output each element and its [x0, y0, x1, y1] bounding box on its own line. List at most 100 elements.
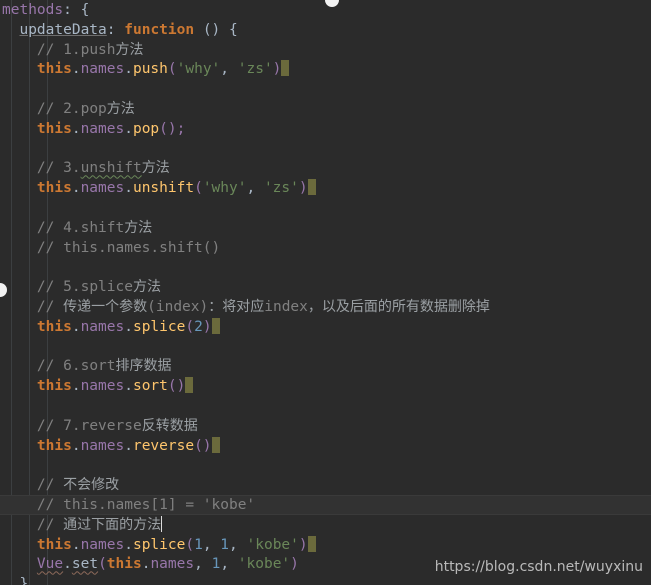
code-token: (index): [147, 299, 209, 315]
code-token: .: [124, 61, 133, 78]
code-line[interactable]: [2, 139, 651, 159]
code-token: 1: [220, 536, 230, 553]
code-token: .: [124, 536, 133, 553]
code-line[interactable]: // 7.reverse反转数据: [2, 416, 651, 436]
code-line[interactable]: [2, 337, 651, 357]
code-token: (: [98, 556, 107, 573]
code-token: push: [132, 61, 168, 78]
code-line[interactable]: this.names.unshift('why', 'zs'): [2, 178, 651, 198]
code-token: .: [71, 61, 81, 78]
code-token: (: [167, 61, 177, 78]
code-line[interactable]: // 不会修改: [2, 475, 651, 495]
code-line[interactable]: // 5.splice方法: [2, 277, 651, 297]
code-line[interactable]: this.names.pop();: [2, 119, 651, 139]
code-line[interactable]: [2, 396, 651, 416]
code-line[interactable]: updateData: function () {: [2, 20, 651, 40]
code-line[interactable]: // 1.push方法: [2, 40, 651, 60]
code-token: (): [194, 437, 212, 454]
code-token: names: [80, 536, 125, 553]
code-token: .: [63, 556, 72, 573]
code-line[interactable]: // 4.shift方法: [2, 218, 651, 238]
code-token: (: [194, 180, 203, 197]
code-line[interactable]: // 通过下面的方法: [2, 515, 651, 535]
code-token: .: [71, 437, 81, 454]
code-token: (): [167, 378, 186, 395]
code-line[interactable]: // this.names[1] = 'kobe': [2, 495, 651, 515]
code-token: .: [71, 536, 81, 553]
code-token: // this.names[1] = 'kobe': [36, 497, 256, 513]
code-line[interactable]: [2, 198, 651, 218]
code-line[interactable]: // 6.sort排序数据: [2, 356, 651, 376]
code-token: 'zs': [237, 61, 273, 78]
code-line[interactable]: [2, 257, 651, 277]
code-line[interactable]: // 传递一个参数(index)：将对应index，以及后面的所有数据删除掉: [2, 297, 651, 317]
code-token: (: [185, 318, 195, 335]
code-token: 方法: [115, 41, 144, 58]
code-token: .: [71, 318, 81, 335]
code-token: this: [36, 437, 72, 454]
code-token: .: [124, 318, 133, 335]
code-token: this: [36, 318, 72, 335]
code-token: .: [71, 378, 81, 395]
code-line[interactable]: }: [2, 574, 651, 585]
code-token: names: [80, 120, 125, 137]
code-line[interactable]: this.names.splice(2): [2, 317, 651, 337]
code-token: 'why': [202, 180, 247, 197]
code-token: ): [298, 180, 308, 197]
code-token: 'kobe': [246, 536, 299, 553]
code-token: unshift: [80, 160, 142, 177]
code-token: : {: [63, 2, 90, 18]
code-line[interactable]: [2, 455, 651, 475]
code-token: // this.names.shift(): [36, 239, 221, 256]
code-line[interactable]: // 2.pop方法: [2, 99, 651, 119]
code-token: ): [272, 61, 282, 78]
code-token: ,: [202, 536, 221, 553]
code-token: ): [202, 318, 212, 335]
code-editor-surface[interactable]: methods: { updateData: function () { // …: [0, 0, 651, 585]
code-line[interactable]: this.names.reverse(): [2, 436, 651, 456]
code-line[interactable]: // this.names.shift(): [2, 238, 651, 258]
code-line[interactable]: // 3.unshift方法: [2, 158, 651, 178]
code-token: .: [124, 180, 133, 197]
code-token: ：将对应: [208, 299, 265, 315]
code-token: sort: [132, 378, 168, 395]
code-token: 5.splice: [63, 279, 133, 296]
text-caret: [161, 515, 163, 532]
code-line[interactable]: this.names.splice(1, 1, 'kobe'): [2, 535, 651, 555]
code-token: splice: [132, 536, 186, 553]
code-token: :: [106, 21, 125, 38]
code-token: .: [71, 120, 81, 137]
code-token: Vue: [36, 556, 64, 573]
code-token: 1.push: [63, 41, 116, 58]
code-token: 方法: [124, 219, 153, 236]
code-token: ,: [220, 61, 238, 78]
code-token: updateData: [19, 21, 107, 38]
code-token: names: [80, 180, 125, 197]
code-line[interactable]: this.names.sort(): [2, 376, 651, 396]
code-token: names: [150, 556, 195, 573]
code-token: ,: [194, 556, 212, 573]
code-line[interactable]: [2, 79, 651, 99]
code-line[interactable]: this.names.push('why', 'zs'): [2, 59, 651, 79]
code-token: ;: [176, 120, 186, 137]
code-token: 不会修改: [63, 477, 120, 494]
code-token: 方法: [106, 101, 135, 117]
code-token: 'why': [176, 61, 221, 78]
code-token: 1: [194, 536, 203, 553]
code-token: pop: [132, 120, 160, 137]
code-token: this: [36, 536, 72, 553]
code-token: () {: [194, 21, 238, 38]
